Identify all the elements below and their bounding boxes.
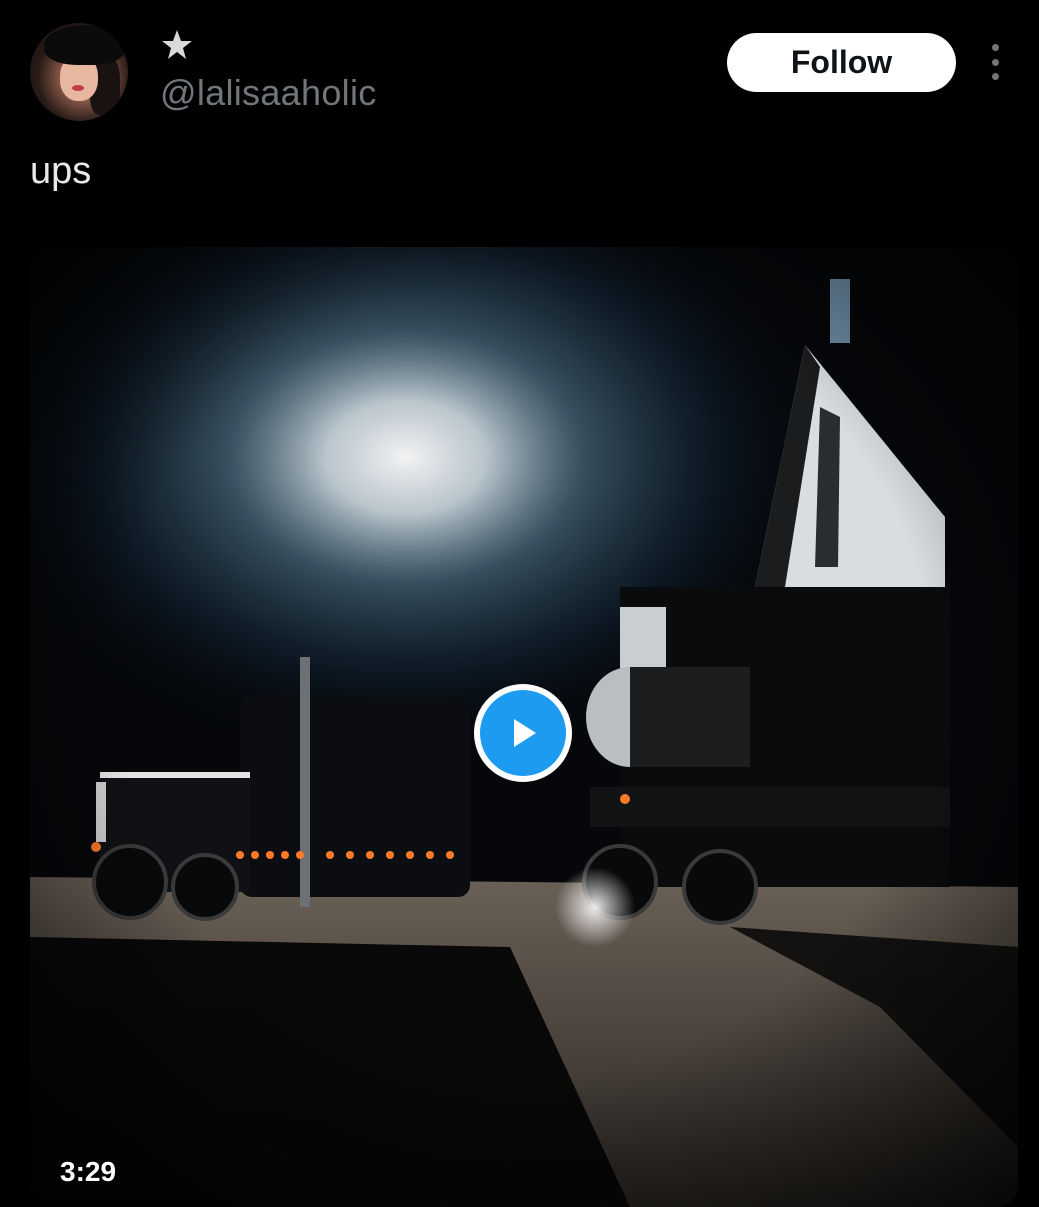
star-icon (160, 28, 194, 62)
video-thumbnail[interactable] (30, 247, 1018, 1207)
play-icon (480, 690, 566, 776)
avatar[interactable] (30, 23, 128, 121)
video-duration: 3:29 (60, 1156, 117, 1187)
follow-button[interactable]: Follow (727, 33, 956, 92)
avatar-hat (44, 25, 126, 65)
post-header: @lalisaaholic Follow (0, 0, 1039, 140)
avatar-lips (72, 85, 84, 91)
user-handle[interactable]: @lalisaaholic (160, 72, 377, 114)
post-text: ups (30, 150, 92, 192)
play-button[interactable] (474, 684, 572, 782)
more-options-icon[interactable] (986, 44, 1004, 80)
